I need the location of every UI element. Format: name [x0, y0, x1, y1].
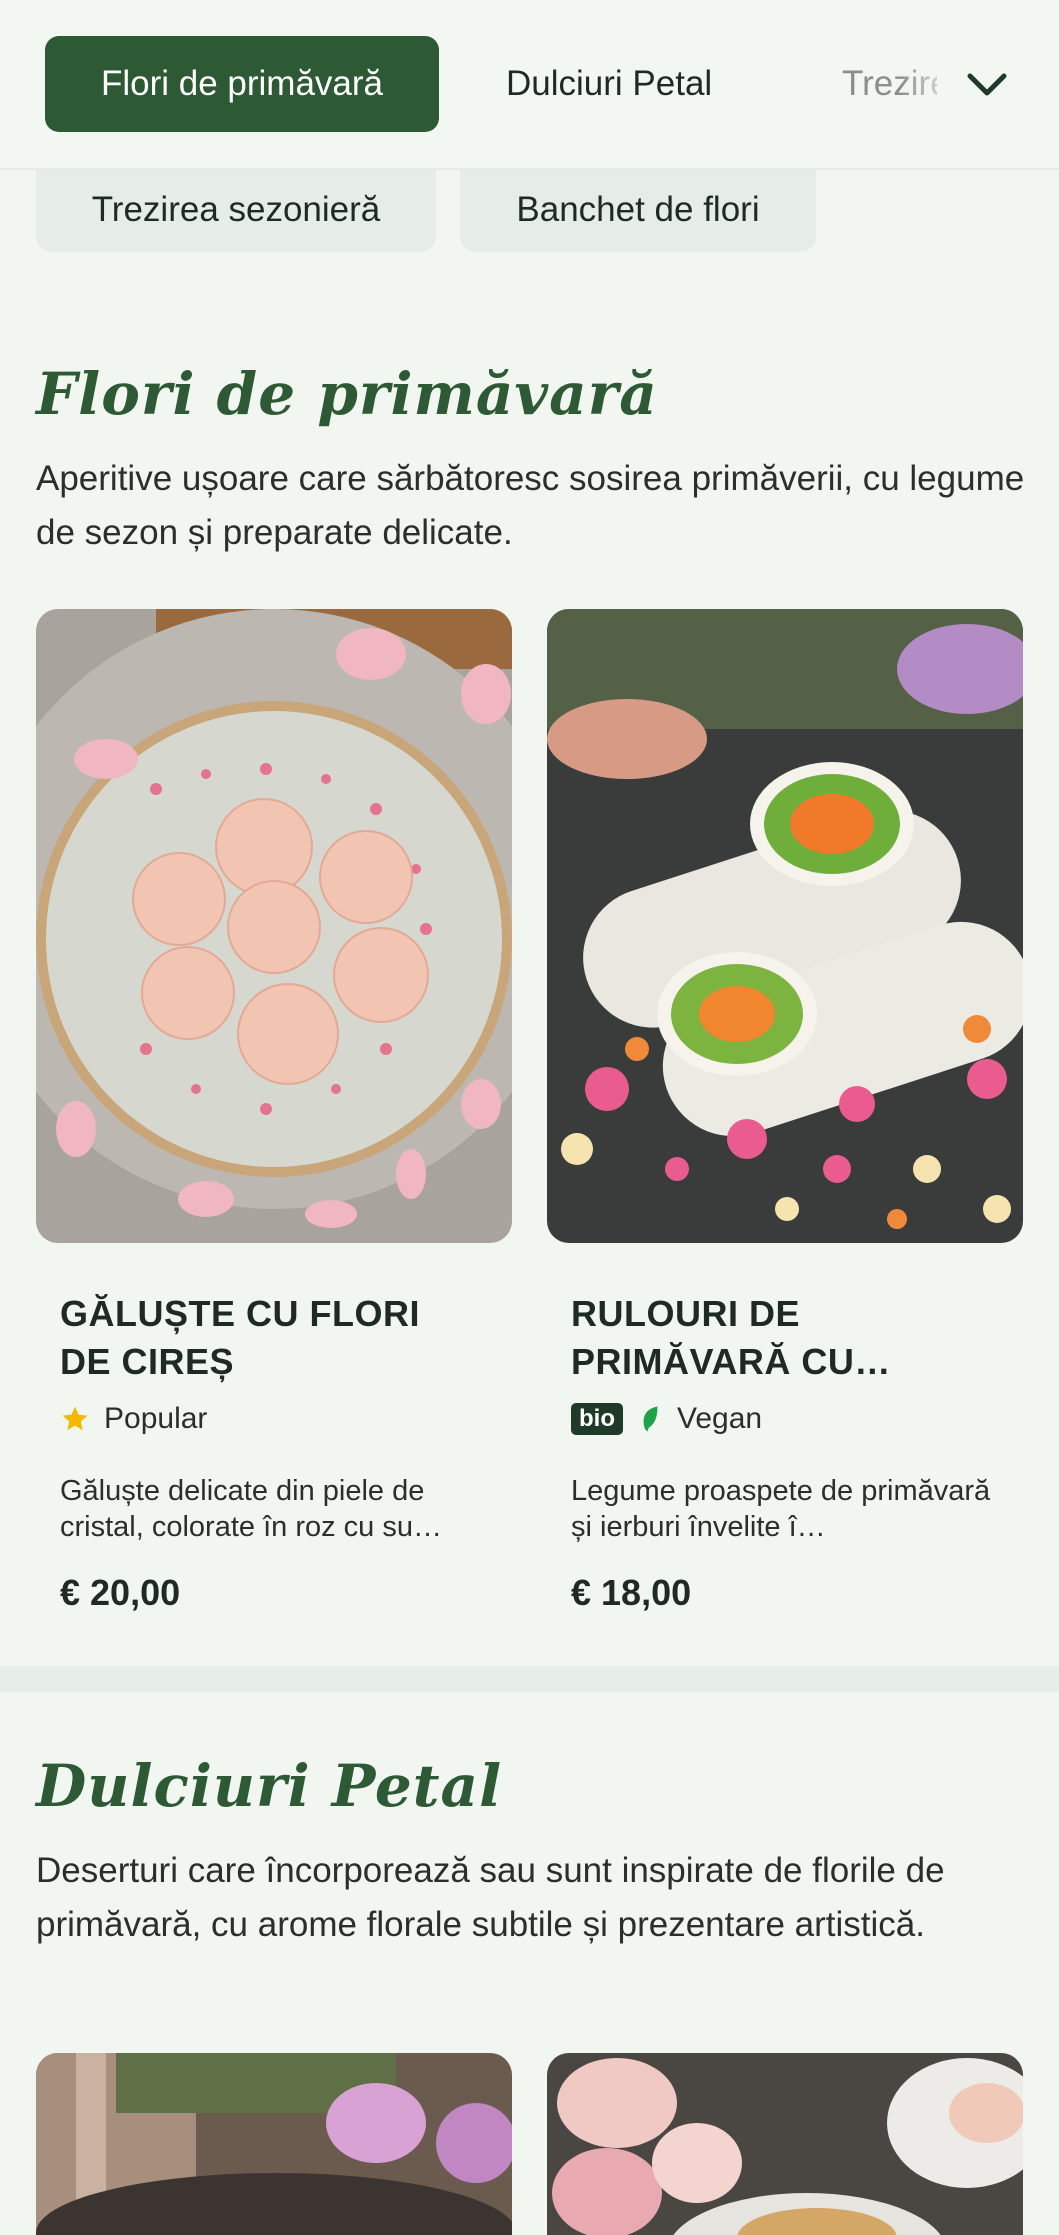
- category-tab-bar: Flori de primăvară Dulciuri Petal Trezir…: [0, 0, 1059, 170]
- tab-dulciuri-petal[interactable]: Dulciuri Petal: [506, 36, 712, 132]
- item-price: € 20,00: [60, 1572, 181, 1613]
- leaf-icon: [643, 1406, 658, 1432]
- chip-trezirea-sezoniera[interactable]: Trezirea sezonieră: [36, 168, 436, 252]
- item-tag-popular: Popular: [60, 1402, 207, 1436]
- spring-rolls-image[interactable]: [547, 609, 1023, 1243]
- dumplings-image[interactable]: [36, 609, 512, 1243]
- chevron-down-icon[interactable]: [962, 60, 1012, 110]
- item-tag-vegan: bio Vegan: [571, 1402, 762, 1436]
- tag-label: Vegan: [677, 1402, 763, 1435]
- section-title: Flori de primăvară: [36, 360, 658, 428]
- tab-flori-de-primavara[interactable]: Flori de primăvară: [45, 36, 439, 132]
- item-title[interactable]: RULOURI DE PRIMĂVARĂ CU…: [571, 1290, 991, 1386]
- item-description: Găluște delicate din piele de cristal, c…: [60, 1475, 442, 1543]
- bio-badge: bio: [571, 1403, 623, 1435]
- item-title[interactable]: GĂLUȘTE CU FLORI DE CIREȘ: [60, 1290, 480, 1386]
- tab-fade-overlay: [900, 36, 960, 132]
- tag-label: Popular: [104, 1402, 208, 1435]
- item-price: € 18,00: [571, 1572, 692, 1613]
- section-divider: [0, 1666, 1059, 1692]
- star-icon: [62, 1406, 88, 1431]
- item-description: Legume proaspete de primăvară și ierburi…: [571, 1475, 991, 1543]
- section-description: Deserturi care încorporează sau sunt ins…: [36, 1851, 945, 1944]
- section-description: Aperitive ușoare care sărbătoresc sosire…: [36, 459, 1025, 552]
- dessert-image[interactable]: [36, 2053, 512, 2235]
- dessert-image[interactable]: [547, 2053, 1023, 2235]
- section-title: Dulciuri Petal: [36, 1752, 503, 1820]
- chip-banchet-de-flori[interactable]: Banchet de flori: [460, 168, 816, 252]
